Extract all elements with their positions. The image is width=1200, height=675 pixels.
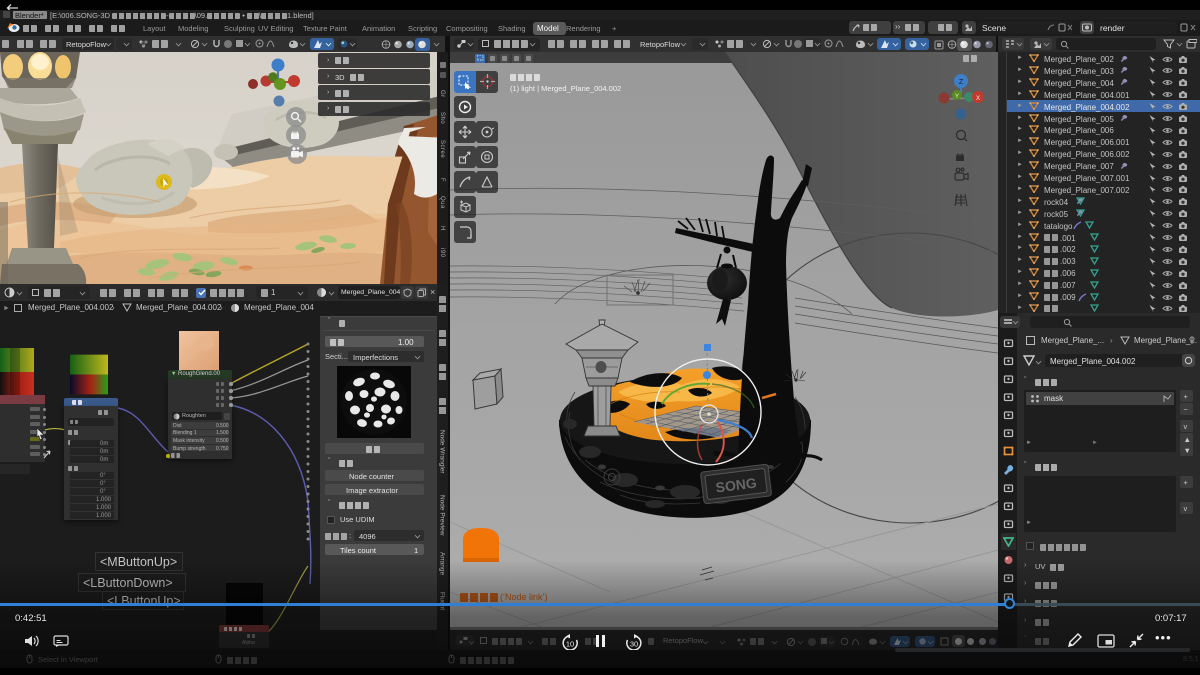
svg-text:Y: Y: [955, 94, 959, 100]
svg-text:Z: Z: [959, 79, 964, 86]
svg-text:X: X: [976, 95, 981, 102]
svg-text:10: 10: [566, 639, 574, 648]
svg-text:30: 30: [630, 639, 638, 648]
